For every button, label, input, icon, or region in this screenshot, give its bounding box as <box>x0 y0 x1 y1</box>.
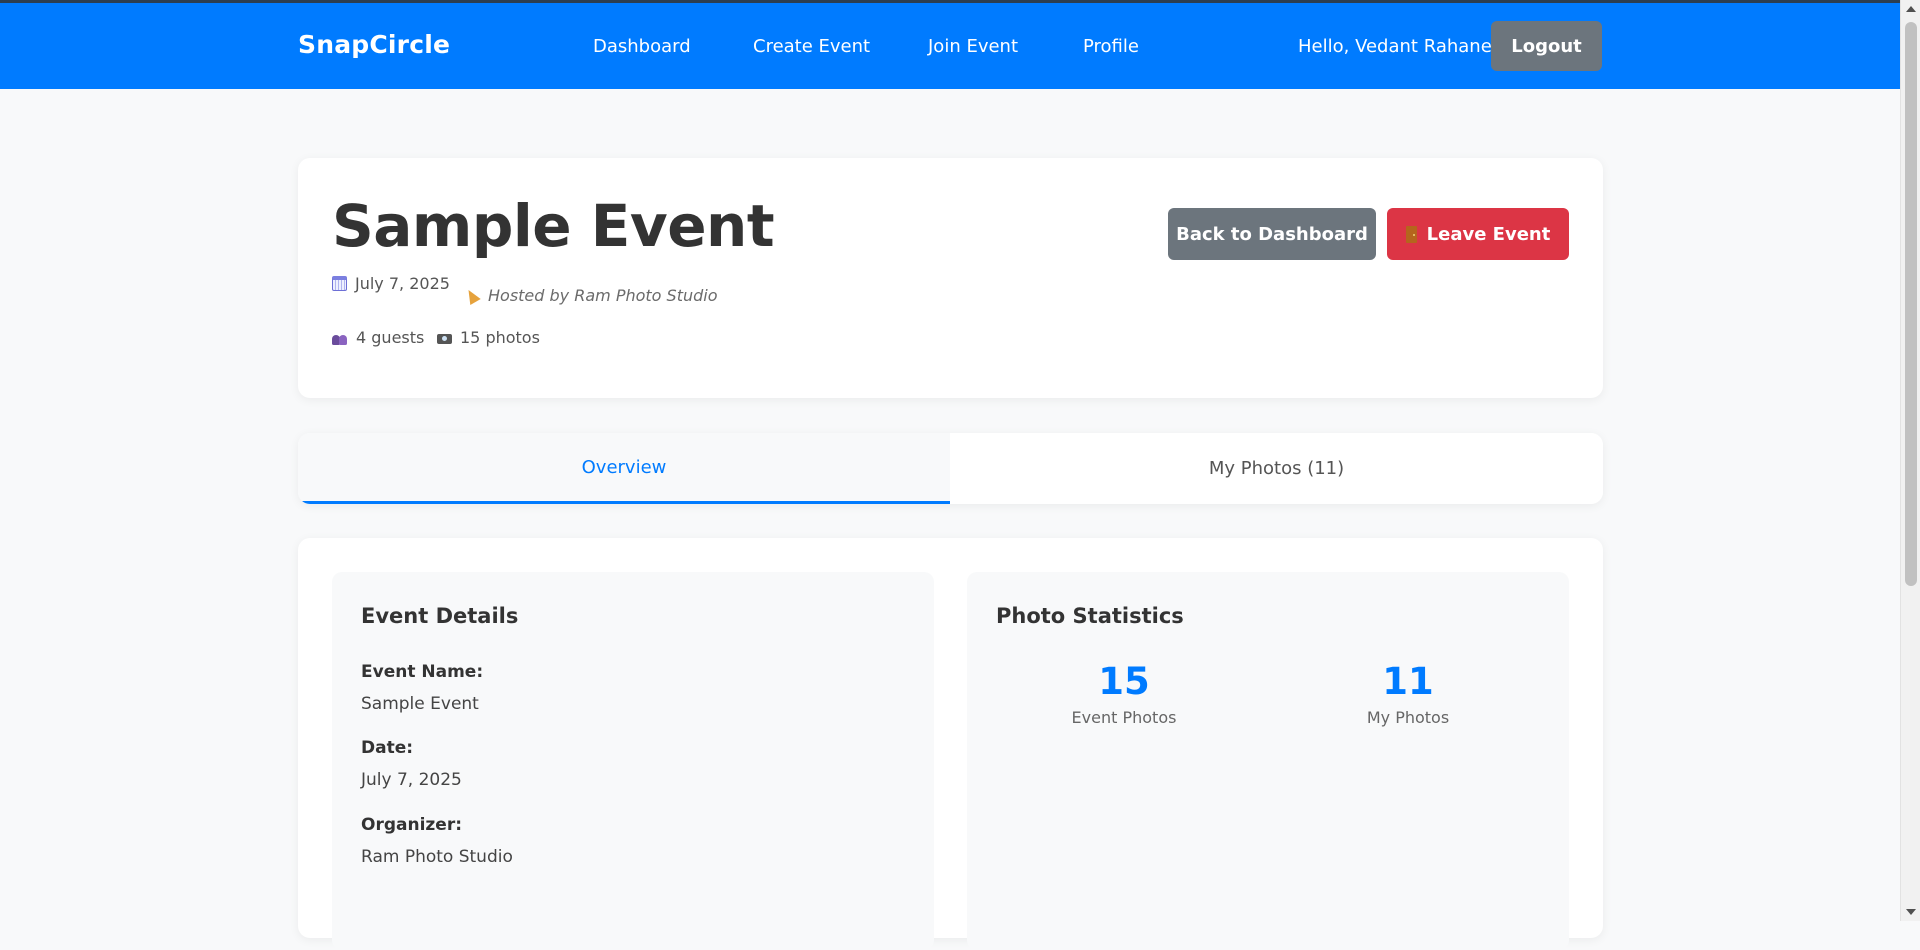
event-details-heading: Event Details <box>361 604 519 628</box>
organizer-value: Ram Photo Studio <box>361 847 513 867</box>
event-photos-stat-label: Event Photos <box>1071 708 1177 727</box>
event-guests-meta: 4 guests <box>332 328 424 347</box>
overview-content-card: Event Details Event Name: Sample Event D… <box>298 538 1603 950</box>
event-host-text: Hosted by Ram Photo Studio <box>488 286 718 305</box>
event-date-meta: July 7, 2025 <box>332 274 450 293</box>
tab-overview[interactable]: Overview <box>298 433 950 504</box>
organizer-label: Organizer: <box>361 815 463 835</box>
brand-logo[interactable]: SnapCircle <box>298 30 450 59</box>
photo-statistics-heading: Photo Statistics <box>996 604 1184 628</box>
nav-link-join-event[interactable]: Join Event <box>928 36 1018 57</box>
my-photos-stat: 11 My Photos <box>1288 660 1528 727</box>
scroll-up-arrow-icon[interactable] <box>1906 6 1916 12</box>
page-scrollbar[interactable] <box>1900 0 1920 921</box>
people-icon <box>332 330 348 346</box>
date-value: July 7, 2025 <box>361 770 462 790</box>
nav-link-profile[interactable]: Profile <box>1083 36 1139 57</box>
leave-event-label: Leave Event <box>1426 223 1551 245</box>
event-header-card: Sample Event July 7, 2025 Hosted by Ram … <box>298 158 1603 398</box>
event-photos-stat: 15 Event Photos <box>1004 660 1244 727</box>
event-photos-meta: 15 photos <box>437 328 540 347</box>
tab-bar: Overview My Photos (11) <box>298 433 1603 504</box>
logout-button[interactable]: Logout <box>1491 21 1602 71</box>
calendar-icon <box>332 276 347 291</box>
user-greeting: Hello, Vedant Rahane <box>1298 36 1492 57</box>
back-to-dashboard-button[interactable]: Back to Dashboard <box>1168 208 1376 260</box>
party-popper-icon <box>463 286 481 305</box>
event-photos-count: 15 <box>1098 660 1150 703</box>
photo-statistics-panel: Photo Statistics 15 Event Photos 11 My P… <box>967 572 1569 950</box>
leave-event-button[interactable]: Leave Event <box>1387 208 1569 260</box>
event-photos-text: 15 photos <box>460 328 540 347</box>
event-details-panel: Event Details Event Name: Sample Event D… <box>332 572 934 950</box>
event-name-value: Sample Event <box>361 694 479 714</box>
tab-my-photos[interactable]: My Photos (11) <box>950 433 1603 504</box>
event-date-text: July 7, 2025 <box>355 274 450 293</box>
event-name-label: Event Name: <box>361 662 484 682</box>
nav-link-dashboard[interactable]: Dashboard <box>593 36 691 57</box>
event-guests-text: 4 guests <box>356 328 425 347</box>
camera-icon <box>437 333 452 344</box>
my-photos-count: 11 <box>1382 660 1434 703</box>
scroll-down-arrow-icon[interactable] <box>1906 909 1916 915</box>
event-title: Sample Event <box>332 192 775 260</box>
nav-link-create-event[interactable]: Create Event <box>753 36 870 57</box>
scrollbar-thumb[interactable] <box>1905 22 1917 586</box>
door-icon <box>1405 225 1417 243</box>
event-host-meta: Hosted by Ram Photo Studio <box>463 286 718 305</box>
top-navbar: SnapCircle Dashboard Create Event Join E… <box>0 3 1900 89</box>
date-label: Date: <box>361 738 414 758</box>
my-photos-stat-label: My Photos <box>1366 708 1450 727</box>
